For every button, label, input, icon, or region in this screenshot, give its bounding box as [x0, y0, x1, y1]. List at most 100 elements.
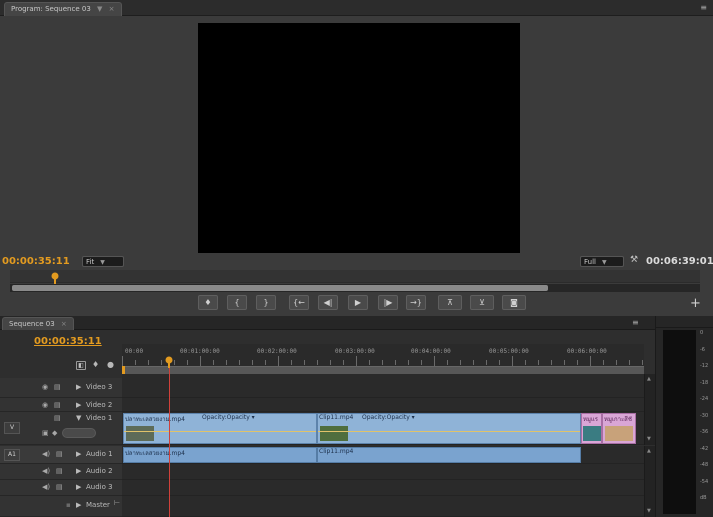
opacity-rubberband[interactable] [318, 431, 580, 432]
track-label: Audio 1 [86, 450, 113, 458]
scroll-down-icon[interactable]: ▼ [647, 508, 651, 514]
speaker-icon[interactable]: ◀) [42, 450, 50, 458]
audio-clip[interactable]: ปลาทะเลสวยงาม.mp4 [123, 447, 317, 463]
work-area-start-handle[interactable] [122, 366, 125, 374]
play-button[interactable]: ▶ [348, 295, 368, 310]
go-to-out-button[interactable]: →} [406, 295, 426, 310]
meter-db-label: -36 [700, 429, 709, 435]
track-header-video-2: ◉ ▤ ▶ Video 2 [0, 398, 122, 412]
program-video-viewer[interactable] [198, 23, 520, 253]
panel-menu-icon[interactable]: ≡ [700, 3, 707, 12]
track-lane-video-3[interactable] [122, 378, 644, 398]
eye-icon[interactable]: ◉ [42, 401, 48, 409]
ruler-tick [460, 360, 461, 365]
track-toggle-icon[interactable]: ▼ [76, 414, 81, 422]
audio-tracks-scrollbar[interactable]: ▲ ▼ [644, 446, 655, 517]
step-back-button[interactable]: ◀| [318, 295, 338, 310]
video-tracks-scrollbar[interactable]: ▲ ▼ [644, 374, 655, 445]
speaker-icon[interactable]: ◀) [42, 483, 50, 491]
add-marker-icon[interactable]: ♦ [92, 360, 99, 369]
ruler-tick [447, 360, 448, 365]
track-toggle-icon[interactable]: ▶ [76, 401, 81, 409]
keyframe-icon[interactable]: ◆ [52, 429, 57, 437]
filmstrip-icon[interactable]: ▤ [56, 483, 63, 491]
track-lane-master[interactable] [122, 496, 644, 517]
add-marker-button[interactable]: ♦ [198, 295, 218, 310]
meter-db-label: -6 [700, 346, 705, 353]
scroll-up-icon[interactable]: ▲ [647, 376, 651, 382]
monitor-time-ruler[interactable] [10, 270, 700, 283]
step-forward-button[interactable]: |▶ [378, 295, 398, 310]
timeline-playhead-marker[interactable] [164, 356, 174, 368]
extract-button[interactable]: ⊻ [470, 295, 494, 310]
snap-icon[interactable]: ◧ [76, 361, 86, 370]
lift-button[interactable]: ⊼ [438, 295, 462, 310]
monitor-playhead-marker[interactable] [50, 272, 60, 284]
sequence-timecode[interactable]: 00:00:35:11 [34, 336, 102, 347]
zoom-scroll-handle[interactable] [12, 285, 548, 291]
go-to-in-button[interactable]: {← [289, 295, 309, 310]
track-header-audio-2: ◀) ▤ ▶ Audio 2 [0, 464, 122, 480]
video-clip[interactable]: Clip11.mp4 Opacity:Opacity ▾ [317, 413, 581, 444]
track-toggle-icon[interactable]: ▶ [76, 467, 81, 475]
filmstrip-icon[interactable]: ▤ [54, 401, 61, 409]
ruler-tick [369, 360, 370, 365]
program-tab-label: Program: Sequence 03 [11, 5, 91, 13]
opacity-dropdown[interactable]: Opacity:Opacity ▾ [202, 414, 255, 421]
filmstrip-icon[interactable]: ▤ [54, 414, 61, 422]
marker-icon[interactable]: ● [107, 360, 114, 369]
track-toggle-icon[interactable]: ▶ [76, 501, 81, 509]
source-patch-a1[interactable]: A1 [4, 449, 20, 461]
track-header-video-3: ◉ ▤ ▶ Video 3 [0, 378, 122, 398]
export-frame-button[interactable]: ◙ [502, 295, 526, 310]
audio-meters-panel: 0 -6 -12 -18 -24 -30 -36 -42 -48 -54 dB [655, 316, 713, 517]
ruler-tick [317, 360, 318, 365]
ruler-tick [252, 360, 253, 365]
source-patch-v[interactable]: V [4, 422, 20, 434]
filmstrip-icon[interactable]: ▤ [56, 467, 63, 475]
filmstrip-icon[interactable]: ▤ [54, 383, 61, 391]
ruler-tick [603, 360, 604, 365]
video-clip[interactable]: ปลาทะเลสวยงาม.mp4 Opacity:Opacity ▾ [123, 413, 317, 444]
title-clip[interactable]: หมูเกาะสีชั [602, 413, 636, 444]
speaker-icon[interactable]: ◀) [42, 467, 50, 475]
ruler-tick [486, 360, 487, 365]
track-toggle-icon[interactable]: ▶ [76, 383, 81, 391]
zoom-fit-dropdown[interactable]: Fit ▼ [82, 256, 124, 267]
playhead-timecode[interactable]: 00:00:35:11 [2, 256, 70, 267]
mark-out-button[interactable]: } [256, 295, 276, 310]
scroll-up-icon[interactable]: ▲ [647, 448, 651, 454]
panel-menu-icon[interactable]: ≡ [632, 318, 639, 327]
track-resize-icon[interactable]: ⊢ [114, 499, 120, 507]
audio-clip[interactable]: Clip11.mp4 [317, 447, 581, 463]
clip-name: ปลาทะเลสวยงาม.mp4 [125, 416, 185, 423]
tab-dropdown-icon[interactable]: ▼ [97, 5, 102, 13]
title-clip[interactable]: หมูแร [581, 413, 602, 444]
sequence-tab[interactable]: Sequence 03 × [2, 317, 74, 330]
keyframe-nav-control[interactable] [62, 428, 96, 438]
track-lane-audio-2[interactable] [122, 464, 644, 480]
work-area-bar[interactable] [122, 366, 644, 374]
opacity-dropdown[interactable]: Opacity:Opacity ▾ [362, 414, 415, 421]
ruler-time-label: 00:01:00:00 [180, 348, 220, 355]
filmstrip-icon[interactable]: ▤ [56, 450, 63, 458]
audio-meter-bars [663, 330, 696, 514]
tab-close-icon[interactable]: × [109, 5, 115, 13]
ruler-tick [187, 360, 188, 365]
chevron-down-icon: ▼ [100, 259, 105, 266]
program-monitor-tab[interactable]: Program: Sequence 03 ▼ × [4, 2, 122, 16]
opacity-rubberband[interactable] [124, 431, 316, 432]
button-editor-add-icon[interactable]: + [690, 296, 701, 311]
track-lane-audio-3[interactable] [122, 480, 644, 496]
wrench-settings-icon[interactable]: ⚒ [630, 255, 638, 265]
display-style-icon[interactable]: ▣ [42, 429, 49, 437]
scroll-down-icon[interactable]: ▼ [647, 436, 651, 442]
playback-resolution-dropdown[interactable]: Full ▼ [580, 256, 624, 267]
track-toggle-icon[interactable]: ▶ [76, 483, 81, 491]
tab-close-icon[interactable]: × [61, 320, 67, 328]
timeline-playhead-line[interactable] [169, 368, 170, 517]
eye-icon[interactable]: ◉ [42, 383, 48, 391]
track-toggle-icon[interactable]: ▶ [76, 450, 81, 458]
mark-in-button[interactable]: { [227, 295, 247, 310]
track-lane-video-2[interactable] [122, 398, 644, 412]
